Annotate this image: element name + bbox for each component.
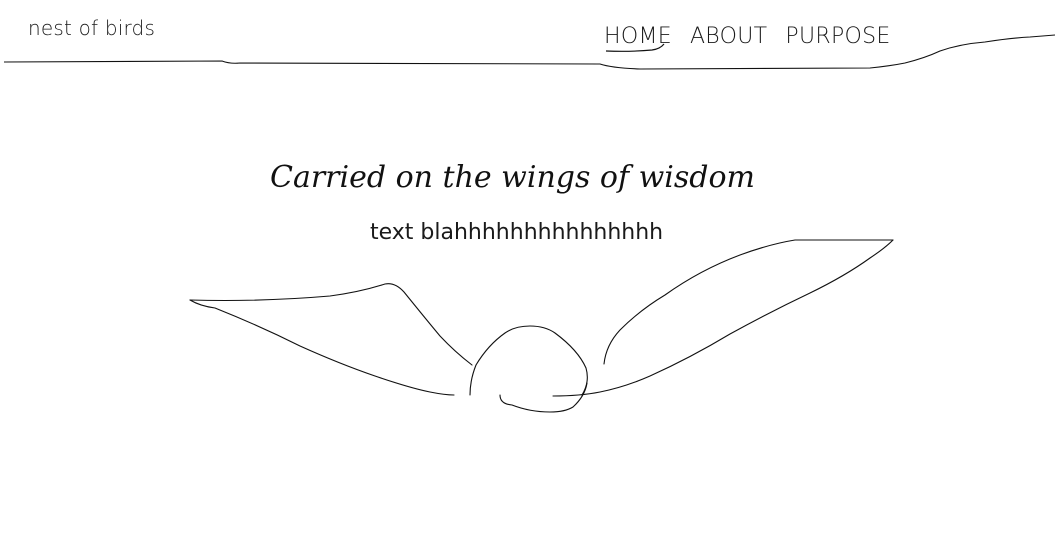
bird-body-stroke bbox=[499, 382, 588, 413]
hero-text: text blahhhhhhhhhhhhhhh bbox=[370, 220, 664, 245]
site-name[interactable]: nest of birds bbox=[28, 16, 155, 40]
left-wing-stroke bbox=[189, 283, 473, 366]
right-wing-stroke bbox=[603, 239, 894, 365]
hero-title: Carried on the wings of wisdom bbox=[269, 160, 755, 195]
nav-home-link[interactable]: HOME bbox=[604, 24, 672, 49]
bird-head-stroke bbox=[469, 325, 588, 396]
left-wing-lower-stroke bbox=[189, 299, 455, 396]
nav-purpose-link[interactable]: PURPOSE bbox=[785, 24, 890, 49]
right-wing-lower-stroke bbox=[552, 239, 894, 397]
header-divider bbox=[3, 34, 1055, 70]
nav-about-link[interactable]: ABOUT bbox=[690, 24, 767, 49]
bird-illustration bbox=[189, 239, 894, 413]
main-nav: HOME ABOUT PURPOSE bbox=[604, 24, 891, 49]
